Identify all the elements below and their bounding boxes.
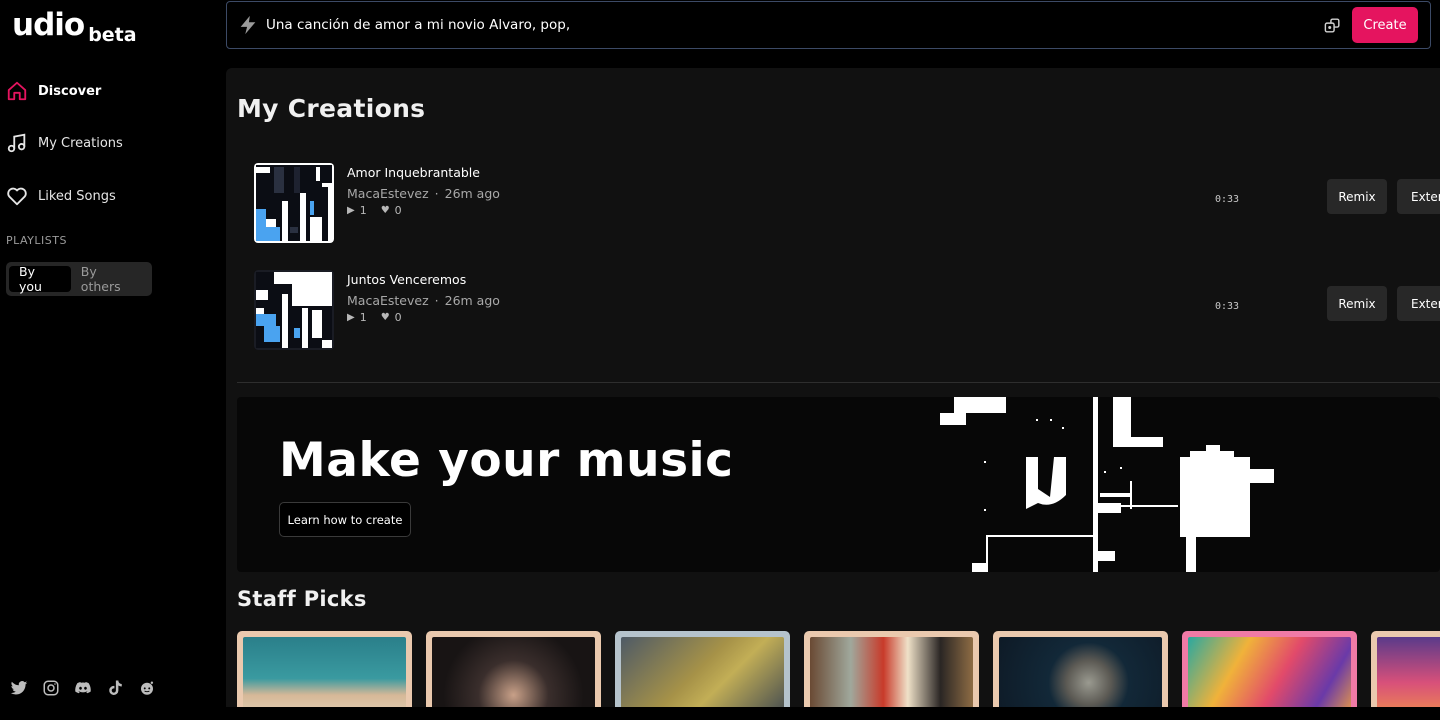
- udio-app: udio beta Discover My Creations Liked So…: [0, 0, 1440, 720]
- main-content: My Creations Amor Inquebrantable MacaEst…: [226, 68, 1440, 720]
- track-cover[interactable]: [254, 163, 334, 243]
- random-prompt-icon[interactable]: [1323, 16, 1342, 35]
- create-button[interactable]: Create: [1352, 7, 1418, 43]
- logo-beta-badge: beta: [88, 24, 137, 46]
- remix-button[interactable]: Remix: [1327, 286, 1387, 321]
- track-row[interactable]: Amor Inquebrantable MacaEstevez · 26m ago …: [254, 163, 1440, 243]
- sidebar-item-label: My Creations: [38, 135, 123, 151]
- lightning-icon: [240, 15, 256, 35]
- sidebar-item-label: Discover: [38, 83, 102, 99]
- meta-separator: ·: [434, 293, 439, 308]
- play-count: 1: [359, 311, 367, 324]
- udio-logo[interactable]: udio beta: [12, 7, 137, 46]
- playlists-owner-toggle: By you By others: [6, 262, 152, 296]
- playlists-heading: PLAYLISTS: [6, 234, 67, 247]
- sidebar-item-discover[interactable]: Discover: [6, 78, 101, 104]
- sidebar: udio beta Discover My Creations Liked So…: [0, 0, 226, 720]
- tab-by-you[interactable]: By you: [9, 264, 71, 294]
- social-links: [9, 678, 156, 697]
- twitter-icon[interactable]: [9, 678, 28, 697]
- track-stats: ▶ 1 ♥ 0: [347, 204, 402, 217]
- learn-how-button[interactable]: Learn how to create: [279, 502, 411, 537]
- extend-button[interactable]: Exten: [1397, 179, 1440, 214]
- like-count-icon: ♥: [380, 312, 390, 323]
- bottom-bar: [0, 707, 1440, 720]
- banner-title: Make your music: [279, 433, 734, 488]
- track-artist[interactable]: MacaEstevez: [347, 186, 429, 201]
- like-count-icon: ♥: [380, 205, 390, 216]
- track-artist[interactable]: MacaEstevez: [347, 293, 429, 308]
- track-cover[interactable]: [254, 270, 334, 350]
- sidebar-item-liked-songs[interactable]: Liked Songs: [6, 183, 116, 209]
- track-age: 26m ago: [444, 186, 500, 201]
- sidebar-item-label: Liked Songs: [38, 188, 116, 204]
- udio-banner-art: [940, 397, 1274, 572]
- track-age: 26m ago: [444, 293, 500, 308]
- make-music-banner: Make your music Learn how to create: [237, 397, 1440, 572]
- tiktok-icon[interactable]: [105, 678, 124, 697]
- track-stats: ▶ 1 ♥ 0: [347, 311, 402, 324]
- play-count: 1: [359, 204, 367, 217]
- logo-wordmark: udio: [12, 7, 85, 43]
- music-note-icon: [7, 133, 26, 153]
- section-divider: [237, 382, 1440, 383]
- tab-by-others[interactable]: By others: [71, 264, 149, 294]
- sidebar-item-my-creations[interactable]: My Creations: [6, 130, 123, 156]
- instagram-icon[interactable]: [41, 678, 60, 697]
- track-cover-art: [254, 163, 334, 243]
- track-duration: 0:33: [1215, 301, 1240, 312]
- track-meta: MacaEstevez · 26m ago: [347, 186, 500, 201]
- play-count-icon: ▶: [347, 205, 355, 216]
- staff-picks-title: Staff Picks: [237, 587, 367, 611]
- meta-separator: ·: [434, 186, 439, 201]
- prompt-input[interactable]: [266, 14, 1306, 36]
- prompt-bar: Create: [226, 1, 1431, 49]
- play-count-icon: ▶: [347, 312, 355, 323]
- track-title[interactable]: Amor Inquebrantable: [347, 165, 480, 180]
- discord-icon[interactable]: [73, 678, 92, 697]
- track-title[interactable]: Juntos Venceremos: [347, 272, 466, 287]
- like-count: 0: [394, 204, 402, 217]
- heart-icon: [7, 187, 27, 206]
- track-row[interactable]: Juntos Venceremos MacaEstevez · 26m ago ▶ 1…: [254, 270, 1440, 350]
- like-count: 0: [394, 311, 402, 324]
- reddit-icon[interactable]: [137, 678, 156, 697]
- my-creations-title: My Creations: [237, 94, 426, 123]
- home-icon: [7, 81, 27, 101]
- track-meta: MacaEstevez · 26m ago: [347, 293, 500, 308]
- remix-button[interactable]: Remix: [1327, 179, 1387, 214]
- extend-button[interactable]: Exten: [1397, 286, 1440, 321]
- track-duration: 0:33: [1215, 194, 1240, 205]
- track-cover-art: [254, 270, 334, 350]
